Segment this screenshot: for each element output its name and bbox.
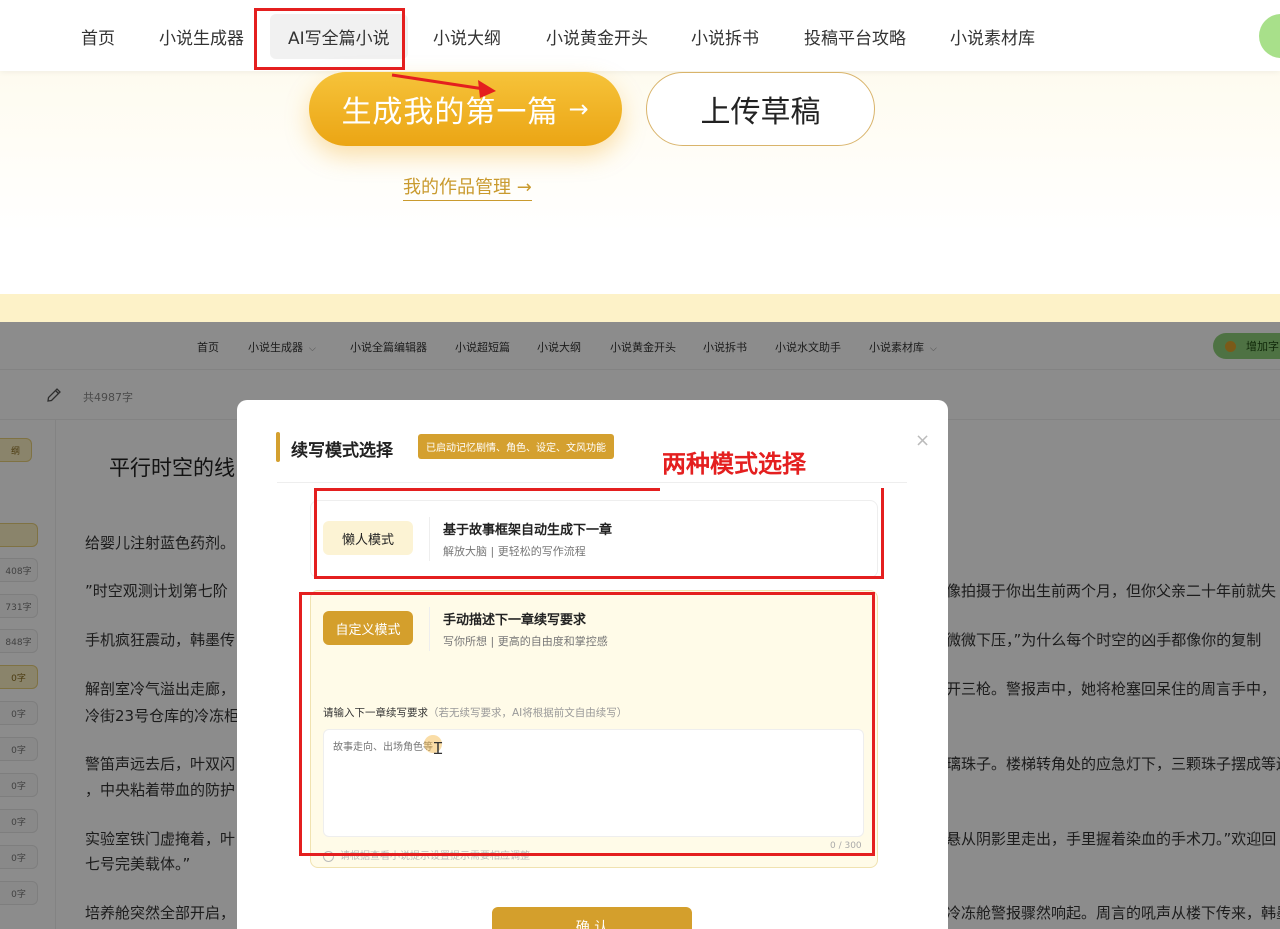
- top-nav-item-home[interactable]: 首页: [81, 24, 115, 49]
- top-nav-item-golden-opening[interactable]: 小说黄金开头: [546, 24, 648, 49]
- upload-draft-label: 上传草稿: [700, 95, 821, 130]
- annotation-box-lazy-mode: [314, 488, 884, 579]
- confirm-button[interactable]: 确 认: [492, 907, 692, 929]
- user-avatar[interactable]: [1259, 14, 1280, 58]
- annotation-box-custom-mode: [299, 592, 875, 856]
- memory-feature-badge: 已启动记忆剧情、角色、设定、文风功能: [418, 434, 614, 459]
- top-nav-item-material-library[interactable]: 小说素材库: [950, 24, 1035, 49]
- annotation-arrow-icon: [391, 73, 496, 98]
- title-accent-bar: [276, 432, 280, 462]
- upload-draft-button[interactable]: 上传草稿: [646, 72, 875, 146]
- homepage-panel: 首页 小说生成器 AI写全篇小说 小说大纲 小说黄金开头 小说拆书 投稿平台攻略…: [0, 0, 1280, 322]
- top-nav-item-novel-generator[interactable]: 小说生成器: [159, 24, 244, 49]
- annotation-label: 两种模式选择: [662, 450, 806, 478]
- top-navigation-bar: 首页 小说生成器 AI写全篇小说 小说大纲 小说黄金开头 小说拆书 投稿平台攻略…: [0, 0, 1280, 71]
- annotation-highlight-ai-full-novel: [254, 8, 405, 70]
- hero-bottom-band: [0, 294, 1280, 322]
- arrow-right-icon: →: [568, 95, 590, 123]
- editor-panel: 首页 小说生成器 ⌵ 小说全篇编辑器 小说超短篇 小说大纲 小说黄金开头 小说拆书…: [0, 322, 1280, 929]
- close-icon[interactable]: ×: [915, 430, 930, 451]
- my-works-link[interactable]: 我的作品管理 →: [403, 173, 532, 201]
- top-nav-item-submission-guide[interactable]: 投稿平台攻略: [804, 24, 906, 49]
- top-nav-item-book-breakdown[interactable]: 小说拆书: [691, 24, 759, 49]
- title-divider: [277, 482, 907, 483]
- top-nav-item-outline[interactable]: 小说大纲: [433, 24, 501, 49]
- modal-title: 续写模式选择: [291, 441, 393, 461]
